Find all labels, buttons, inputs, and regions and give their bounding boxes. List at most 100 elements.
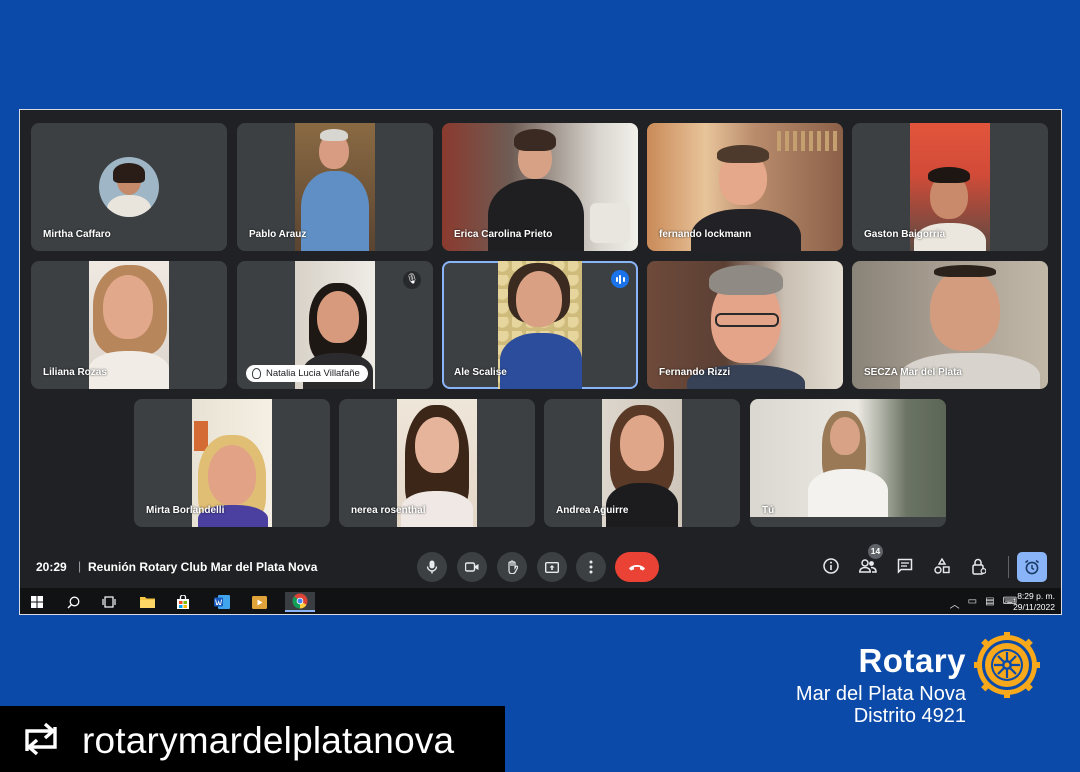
participant-name: Natalia Lucia Villafañe bbox=[266, 368, 360, 379]
media-player-icon bbox=[251, 595, 267, 609]
chrome-icon bbox=[292, 593, 308, 609]
rotary-wordmark: Rotary bbox=[858, 642, 966, 679]
more-options-icon bbox=[589, 560, 593, 574]
participant-name: Gaston Baigorria bbox=[864, 229, 946, 240]
raise-hand-button[interactable] bbox=[497, 552, 527, 582]
participant-avatar bbox=[99, 157, 159, 217]
microphone-button[interactable] bbox=[417, 552, 447, 582]
repost-icon bbox=[25, 722, 57, 756]
people-icon bbox=[859, 559, 877, 573]
present-screen-button[interactable] bbox=[537, 552, 567, 582]
file-explorer-button[interactable] bbox=[136, 592, 158, 612]
taskbar-clock[interactable]: 8:29 p. m. 29/11/2022 bbox=[1013, 591, 1055, 613]
chat-icon bbox=[897, 558, 913, 574]
mic-off-icon: 🎙 bbox=[403, 271, 421, 289]
meeting-controls-bar: 20:29 | Reunión Rotary Club Mar del Plat… bbox=[20, 540, 1061, 594]
participant-tile[interactable]: SECZA Mar del Plata bbox=[852, 261, 1048, 389]
present-screen-icon bbox=[545, 561, 559, 573]
windows-taskbar: ︿ ▭ ▤ ⌨ 8:29 p. m. 29/11/2022 bbox=[20, 588, 1061, 614]
participant-name: Pablo Arauz bbox=[249, 229, 307, 240]
meeting-details-button[interactable] bbox=[819, 554, 843, 578]
participant-name: SECZA Mar del Plata bbox=[864, 367, 962, 378]
info-icon bbox=[823, 558, 839, 574]
participant-name: Liliana Rozas bbox=[43, 367, 107, 378]
hand-icon bbox=[508, 560, 518, 574]
participant-name: fernando lockmann bbox=[659, 229, 752, 240]
alarm-icon bbox=[1025, 559, 1039, 575]
word-icon bbox=[214, 595, 230, 609]
participant-tile[interactable]: Mirta Borlandelli bbox=[134, 399, 330, 527]
store-icon bbox=[177, 595, 189, 609]
self-view-tile[interactable]: Tú bbox=[750, 399, 946, 527]
clock-date: 29/11/2022 bbox=[1013, 602, 1055, 612]
club-name: Mar del Plata Nova bbox=[795, 683, 966, 705]
active-speaker-tile[interactable]: Ale Scalise bbox=[442, 261, 638, 389]
notification-icon[interactable]: ▤ bbox=[985, 596, 994, 611]
clock-time: 8:29 p. m. bbox=[1017, 591, 1055, 601]
participant-tile[interactable]: Erica Carolina Prieto bbox=[442, 123, 638, 251]
participant-name: Fernando Rizzi bbox=[659, 367, 731, 378]
meeting-title: Reunión Rotary Club Mar del Plata Nova bbox=[88, 560, 318, 574]
participant-name: Tú bbox=[762, 505, 775, 516]
participant-name: Erica Carolina Prieto bbox=[454, 229, 553, 240]
participant-tile[interactable]: 🎙 Natalia Lucia Villafañe bbox=[237, 261, 433, 389]
controls-divider bbox=[1008, 556, 1009, 578]
windows-logo-icon bbox=[31, 596, 43, 608]
task-view-button[interactable] bbox=[98, 592, 120, 612]
pinned-name-chip: Natalia Lucia Villafañe bbox=[246, 365, 368, 382]
end-call-icon bbox=[629, 565, 645, 571]
end-call-button[interactable] bbox=[615, 552, 659, 582]
participant-tile[interactable]: fernando lockmann bbox=[647, 123, 843, 251]
activities-icon bbox=[934, 558, 950, 574]
participant-tile[interactable]: Pablo Arauz bbox=[237, 123, 433, 251]
pin-icon bbox=[252, 368, 261, 379]
chrome-button[interactable] bbox=[285, 592, 315, 612]
people-button[interactable]: 14 bbox=[856, 544, 883, 578]
more-options-button[interactable] bbox=[576, 552, 606, 582]
repost-banner: rotarymardelplatanova bbox=[0, 706, 505, 772]
participant-tile[interactable]: Liliana Rozas bbox=[31, 261, 227, 389]
taskbar-search-button[interactable] bbox=[62, 592, 84, 612]
participant-name: Mirtha Caffaro bbox=[43, 229, 111, 240]
participant-grid: Mirtha Caffaro Pablo Arauz Erica Carolin… bbox=[20, 110, 1061, 530]
participant-tile[interactable]: Mirtha Caffaro bbox=[31, 123, 227, 251]
speaking-indicator-icon bbox=[611, 270, 629, 288]
self-video bbox=[750, 399, 946, 517]
folder-icon bbox=[139, 597, 155, 608]
participant-count-badge: 14 bbox=[868, 544, 883, 559]
store-button[interactable] bbox=[172, 592, 194, 612]
media-player-button[interactable] bbox=[248, 592, 270, 612]
participant-name: Ale Scalise bbox=[454, 367, 507, 378]
network-icon[interactable]: ▭ bbox=[968, 596, 977, 611]
participant-tile[interactable]: Andrea Aguirre bbox=[544, 399, 740, 527]
meeting-time: 20:29 bbox=[36, 560, 67, 574]
rotary-wheel-logo bbox=[974, 632, 1040, 698]
lock-icon bbox=[972, 558, 986, 575]
participant-tile[interactable]: nerea rosenthal bbox=[339, 399, 535, 527]
participant-name: Andrea Aguirre bbox=[556, 505, 629, 516]
word-button[interactable] bbox=[211, 592, 233, 612]
chat-button[interactable] bbox=[893, 554, 917, 578]
chevron-up-icon[interactable]: ︿ bbox=[950, 596, 960, 611]
meeting-separator: | bbox=[78, 559, 82, 573]
participant-tile[interactable]: Gaston Baigorria bbox=[852, 123, 1048, 251]
account-handle[interactable]: rotarymardelplatanova bbox=[82, 720, 454, 762]
search-icon bbox=[67, 596, 79, 608]
participant-name: nerea rosenthal bbox=[351, 505, 426, 516]
participant-name: Mirta Borlandelli bbox=[146, 505, 225, 516]
start-button[interactable] bbox=[26, 592, 48, 612]
rotary-branding: Rotary Mar del Plata Nova Distrito 4921 bbox=[780, 632, 1040, 732]
host-controls-button[interactable] bbox=[967, 554, 991, 578]
participant-video bbox=[295, 123, 375, 251]
timer-button[interactable] bbox=[1017, 552, 1047, 582]
participant-video bbox=[498, 261, 582, 389]
system-tray: ︿ ▭ ▤ ⌨ bbox=[950, 596, 1017, 611]
microphone-icon bbox=[426, 560, 438, 574]
google-meet-window: Mirtha Caffaro Pablo Arauz Erica Carolin… bbox=[19, 109, 1062, 615]
activities-button[interactable] bbox=[930, 554, 954, 578]
district-label: Distrito 4921 bbox=[853, 705, 966, 727]
participant-tile[interactable]: Fernando Rizzi bbox=[647, 261, 843, 389]
camera-icon bbox=[465, 562, 479, 572]
camera-button[interactable] bbox=[457, 552, 487, 582]
task-view-icon bbox=[102, 596, 116, 608]
